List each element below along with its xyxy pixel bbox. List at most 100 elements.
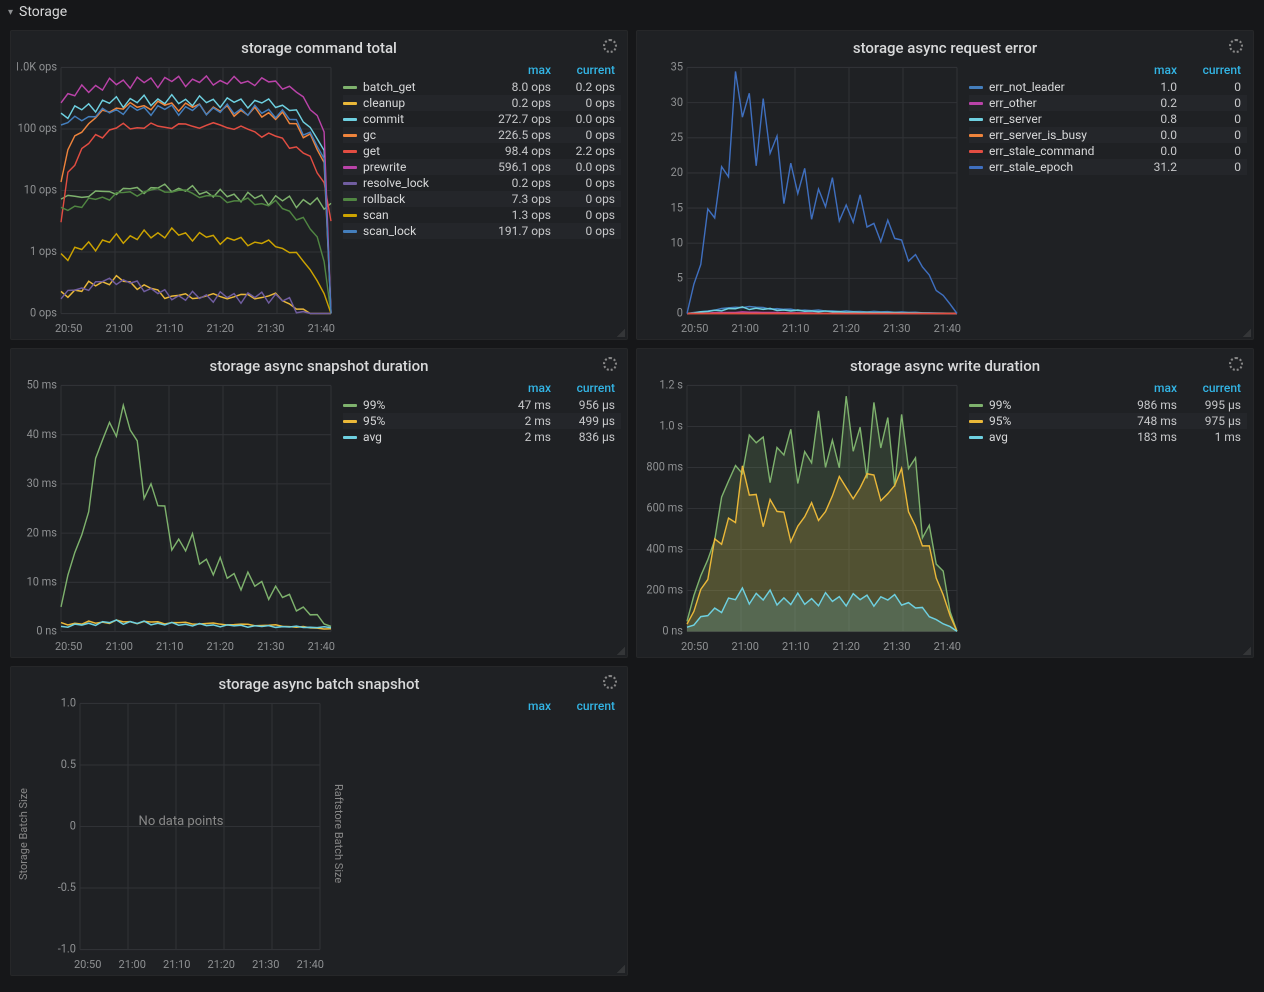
legend-item[interactable]: err_not_leader1.00 [969, 79, 1247, 95]
legend-col-max[interactable]: max [493, 697, 557, 715]
legend-current: 0 [1183, 160, 1247, 174]
legend-max: 748 ms [1119, 414, 1183, 428]
panel-storage-command-total[interactable]: storage command total 0 ops1 ops10 ops10… [10, 30, 628, 340]
panel-title: storage command total [11, 31, 627, 61]
legend-item[interactable]: batch_get8.0 ops0.2 ops [343, 79, 621, 95]
legend-col-current[interactable]: current [557, 379, 621, 397]
svg-text:1.0 s: 1.0 s [659, 418, 683, 433]
panel-storage-async-batch-snapshot[interactable]: storage async batch snapshot Storage Bat… [10, 666, 628, 976]
chart-canvas: 0 ns200 ms400 ms600 ms800 ms1.0 s1.2 s [643, 379, 963, 638]
legend-max: 31.2 [1119, 160, 1183, 174]
legend-col-current[interactable]: current [1183, 379, 1247, 397]
legend-name: rollback [363, 192, 493, 206]
legend-item[interactable]: err_server_is_busy0.00 [969, 127, 1247, 143]
legend: max current 99%986 ms995 µs95%748 ms975 … [969, 379, 1247, 653]
legend-max: 183 ms [1119, 430, 1183, 444]
resize-handle[interactable] [617, 647, 625, 655]
x-tick: 21:00 [732, 322, 759, 335]
svg-text:10 ops: 10 ops [24, 182, 57, 197]
legend-current: 0.2 ops [557, 80, 621, 94]
legend-item[interactable]: avg2 ms836 µs [343, 429, 621, 445]
svg-text:-1.0: -1.0 [58, 941, 76, 956]
legend-name: gc [363, 128, 493, 142]
resize-handle[interactable] [617, 965, 625, 973]
legend-max: 226.5 ops [493, 128, 557, 142]
loading-spinner-icon [603, 39, 617, 53]
x-axis-ticks: 20:5021:0021:1021:2021:3021:40 [643, 638, 963, 653]
resize-handle[interactable] [1243, 647, 1251, 655]
legend-item[interactable]: rollback7.3 ops0 ops [343, 191, 621, 207]
legend-name: err_other [989, 96, 1119, 110]
resize-handle[interactable] [1243, 329, 1251, 337]
legend-item[interactable]: get98.4 ops2.2 ops [343, 143, 621, 159]
legend-name: err_stale_epoch [989, 160, 1119, 174]
legend-item[interactable]: 95%748 ms975 µs [969, 413, 1247, 429]
svg-text:10 ms: 10 ms [27, 574, 57, 589]
legend-current: 995 µs [1183, 398, 1247, 412]
chevron-down-icon: ▾ [8, 7, 13, 18]
svg-text:1.0: 1.0 [61, 697, 76, 710]
legend-col-current[interactable]: current [557, 697, 621, 715]
legend: max current [351, 697, 621, 971]
legend-name: err_server [989, 112, 1119, 126]
resize-handle[interactable] [617, 329, 625, 337]
loading-spinner-icon [603, 675, 617, 689]
svg-text:-0.5: -0.5 [58, 880, 76, 895]
legend-item[interactable]: err_server0.80 [969, 111, 1247, 127]
legend-col-max[interactable]: max [1119, 379, 1183, 397]
legend-item[interactable]: avg183 ms1 ms [969, 429, 1247, 445]
panel-storage-async-snapshot-duration[interactable]: storage async snapshot duration 0 ns10 m… [10, 348, 628, 658]
legend-col-max[interactable]: max [493, 379, 557, 397]
no-data-message: No data points [36, 814, 326, 829]
legend-item[interactable]: 99%47 ms956 µs [343, 397, 621, 413]
legend-col-max[interactable]: max [1119, 61, 1183, 79]
legend-item[interactable]: 99%986 ms995 µs [969, 397, 1247, 413]
legend-col-max[interactable]: max [493, 61, 557, 79]
x-tick: 21:20 [833, 322, 860, 335]
y-axis-left-label: Storage Batch Size [17, 697, 30, 971]
legend-current: 0 ops [557, 192, 621, 206]
x-tick: 21:00 [106, 640, 133, 653]
svg-text:0.5: 0.5 [61, 757, 76, 772]
svg-text:40 ms: 40 ms [27, 427, 57, 442]
legend-swatch [969, 102, 983, 105]
legend-item[interactable]: cleanup0.2 ops0 ops [343, 95, 621, 111]
legend-swatch [969, 420, 983, 423]
loading-spinner-icon [1229, 357, 1243, 371]
legend-col-current[interactable]: current [1183, 61, 1247, 79]
legend-item[interactable]: commit272.7 ops0.0 ops [343, 111, 621, 127]
legend-swatch [969, 404, 983, 407]
legend-item[interactable]: scan_lock191.7 ops0 ops [343, 223, 621, 239]
legend-item[interactable]: err_other0.20 [969, 95, 1247, 111]
legend-item[interactable]: prewrite596.1 ops0.0 ops [343, 159, 621, 175]
chart-area: 0 ns200 ms400 ms600 ms800 ms1.0 s1.2 s 2… [643, 379, 963, 653]
chart-canvas: 0 ns10 ms20 ms30 ms40 ms50 ms [17, 379, 337, 638]
legend-item[interactable]: gc226.5 ops0 ops [343, 127, 621, 143]
legend-item[interactable]: 95%2 ms499 µs [343, 413, 621, 429]
legend-header: max current [343, 61, 621, 79]
chart-area: 05101520253035 20:5021:0021:1021:2021:30… [643, 61, 963, 335]
legend-item[interactable]: err_stale_epoch31.20 [969, 159, 1247, 175]
legend-max: 98.4 ops [493, 144, 557, 158]
legend-col-current[interactable]: current [557, 61, 621, 79]
legend-max: 7.3 ops [493, 192, 557, 206]
legend-item[interactable]: scan1.3 ops0 ops [343, 207, 621, 223]
panel-storage-async-request-error[interactable]: storage async request error 051015202530… [636, 30, 1254, 340]
legend-item[interactable]: resolve_lock0.2 ops0 ops [343, 175, 621, 191]
legend-max: 0.2 ops [493, 96, 557, 110]
svg-text:400 ms: 400 ms [646, 541, 683, 556]
section-header[interactable]: ▾ Storage [0, 0, 1264, 24]
legend-max: 0.2 [1119, 96, 1183, 110]
panel-title: storage async snapshot duration [11, 349, 627, 379]
legend-current: 956 µs [557, 398, 621, 412]
legend-max: 2 ms [493, 414, 557, 428]
x-axis-ticks: 20:5021:0021:1021:2021:3021:40 [36, 956, 326, 971]
chart-area: -1.0-0.500.51.0 No data points 20:5021:0… [36, 697, 326, 971]
legend-item[interactable]: err_stale_command0.00 [969, 143, 1247, 159]
panel-storage-async-write-duration[interactable]: storage async write duration 0 ns200 ms4… [636, 348, 1254, 658]
panel-title: storage async request error [637, 31, 1253, 61]
legend-max: 0.8 [1119, 112, 1183, 126]
svg-text:0 ops: 0 ops [30, 305, 57, 320]
legend-current: 2.2 ops [557, 144, 621, 158]
legend-current: 0.0 ops [557, 160, 621, 174]
